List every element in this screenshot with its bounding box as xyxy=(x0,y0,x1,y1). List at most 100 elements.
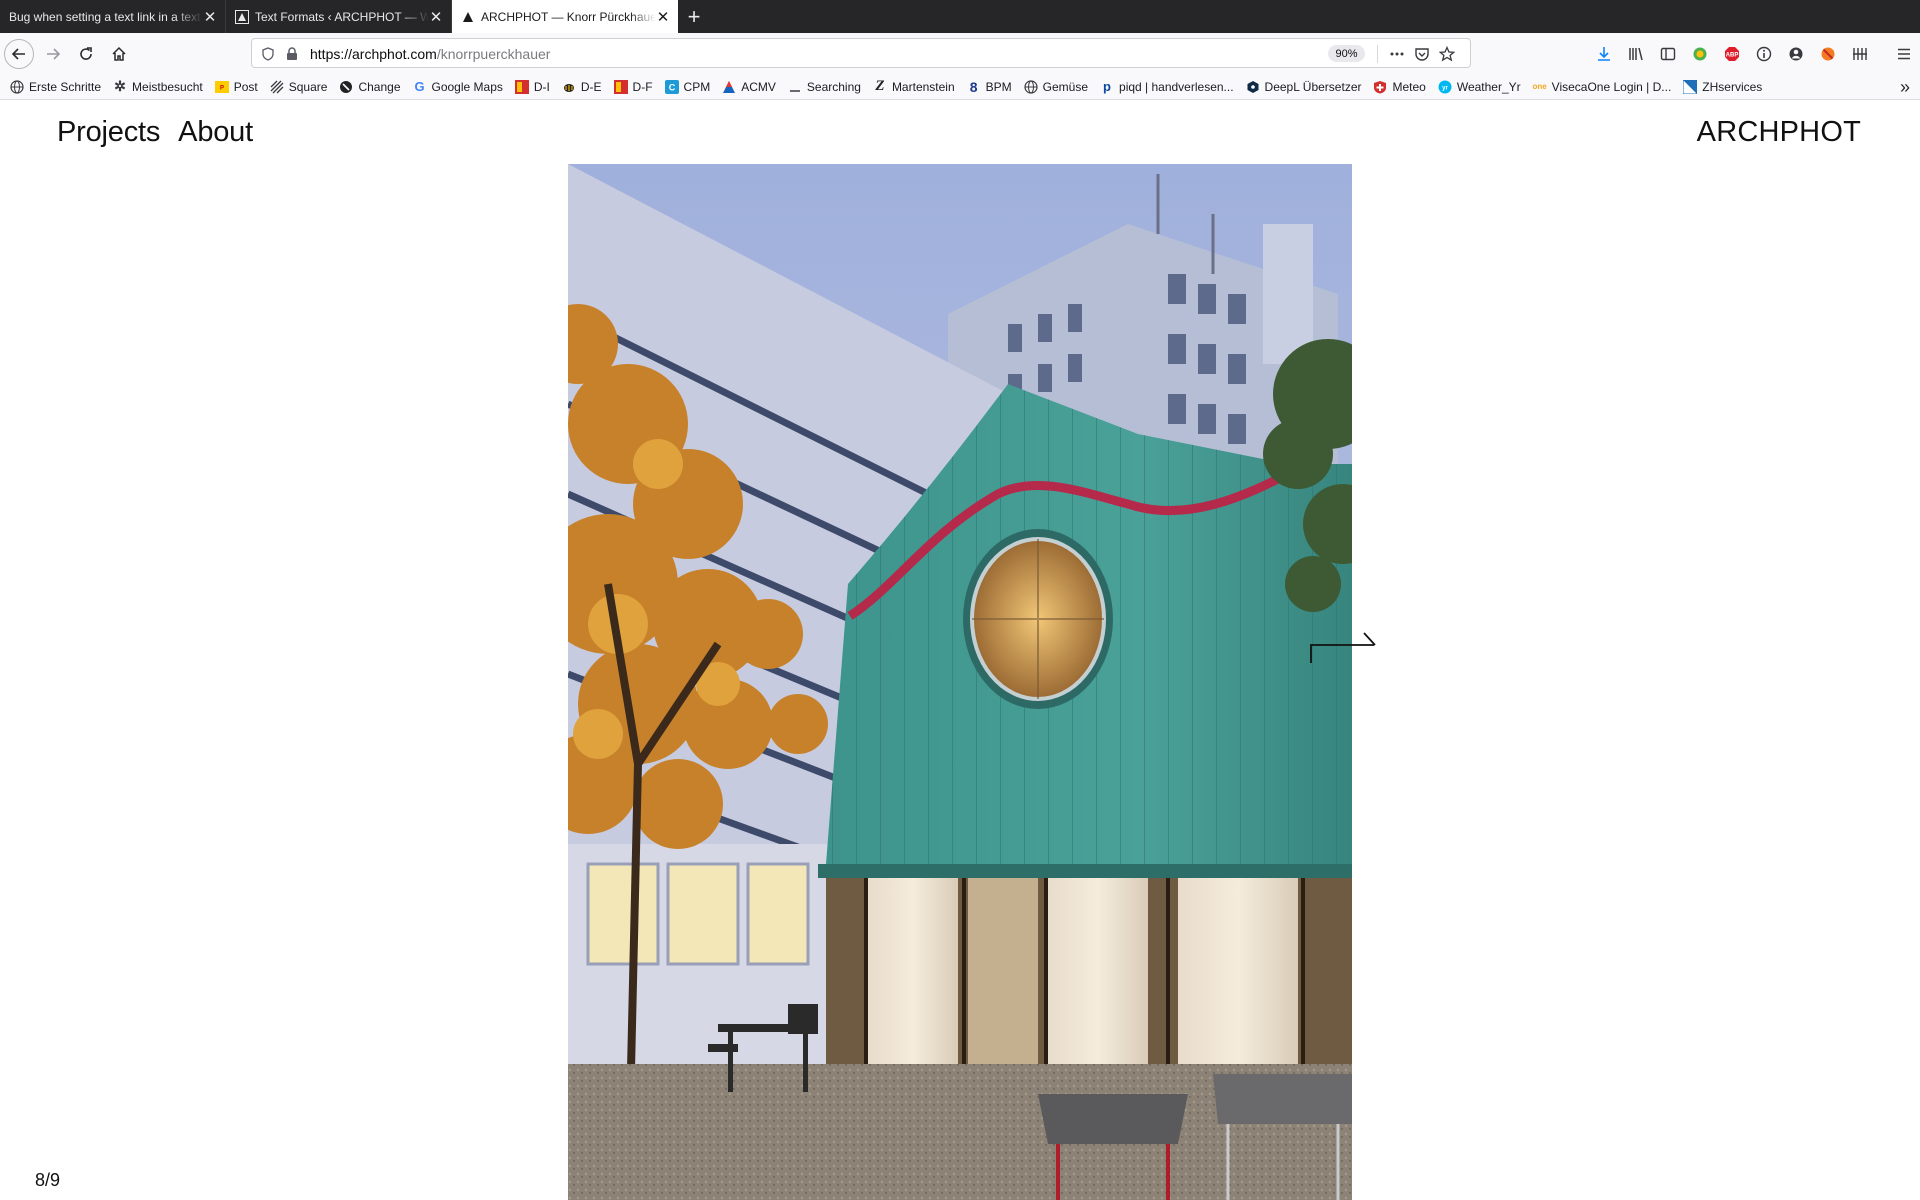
bookmark-visecaone[interactable]: one VisecaOne Login | D... xyxy=(1532,79,1672,95)
shield-icon[interactable] xyxy=(260,46,276,62)
bookmark-martenstein[interactable]: Z Martenstein xyxy=(872,78,955,95)
bookmark-label: piqd | handverlesen... xyxy=(1119,79,1234,94)
new-tab-button[interactable]: + xyxy=(678,0,710,33)
bookmark-label: Meistbesucht xyxy=(132,79,203,94)
bookmark-gemuese[interactable]: Gemüse xyxy=(1023,79,1088,95)
extension-color-icon[interactable] xyxy=(1684,38,1716,70)
chevron-double-right-icon[interactable]: » xyxy=(1900,74,1910,100)
close-icon[interactable]: ✕ xyxy=(429,9,443,26)
deepl-icon xyxy=(1245,79,1261,95)
svg-text:yr: yr xyxy=(1442,85,1448,91)
tab-strip: Bug when setting a text link in a text ✕… xyxy=(0,0,1920,33)
lock-icon[interactable] xyxy=(284,46,300,62)
bookmark-zhservices[interactable]: ZHservices xyxy=(1682,79,1762,95)
bookmark-post[interactable]: P Post xyxy=(214,79,258,95)
forward-button[interactable] xyxy=(37,38,69,70)
site-logo[interactable]: ARCHPHOT xyxy=(1697,116,1861,149)
project-photo[interactable] xyxy=(568,164,1352,1200)
svg-text:C: C xyxy=(668,82,675,92)
home-button[interactable] xyxy=(103,38,135,70)
bookmark-square[interactable]: Square xyxy=(269,79,328,95)
bookmark-label: Searching xyxy=(806,79,861,94)
url-host: https://archphot.com xyxy=(310,46,437,62)
reload-button[interactable] xyxy=(70,38,102,70)
archphot-favicon-icon xyxy=(235,9,249,24)
bookmark-meteo[interactable]: Meteo xyxy=(1372,79,1426,95)
bookmark-label: BPM xyxy=(985,79,1012,94)
arrow-left-icon xyxy=(11,47,25,60)
close-icon[interactable]: ✕ xyxy=(203,9,217,26)
bookmarks-toolbar: Erste Schritte ✲ Meistbesucht P Post Squ… xyxy=(0,74,1920,100)
bookmark-label: D-I xyxy=(533,79,550,94)
url-bar[interactable]: https://archphot.com/knorrpuerckhauer 90… xyxy=(251,38,1471,68)
bookmark-change[interactable]: Change xyxy=(338,79,401,95)
flag-icon xyxy=(514,79,530,95)
z-icon: Z xyxy=(875,78,885,94)
svg-text:P: P xyxy=(220,85,224,91)
bookmark-label: Change xyxy=(358,79,401,94)
info-extension-icon[interactable] xyxy=(1748,38,1780,70)
bookmark-google-maps[interactable]: G Google Maps xyxy=(412,79,503,95)
bookmark-d-e[interactable]: D-E xyxy=(561,79,602,95)
bookmark-label: D-E xyxy=(580,79,602,94)
next-arrow-icon[interactable] xyxy=(1310,630,1376,664)
page-content: Projects About ARCHPHOT 8/9 xyxy=(0,100,1920,1200)
bookmark-label: CPM xyxy=(683,79,711,94)
nav-link-about[interactable]: About xyxy=(178,116,253,149)
post-icon: P xyxy=(214,79,230,95)
url-separator xyxy=(1377,45,1378,63)
b-icon: 8 xyxy=(969,78,978,95)
tab-text-formats[interactable]: Text Formats ‹ ARCHPHOT — W ✕ xyxy=(226,0,452,33)
site-nav: Projects About xyxy=(57,116,253,149)
bookmark-d-i[interactable]: D-I xyxy=(514,79,550,95)
bookmark-d-f[interactable]: D-F xyxy=(613,79,653,95)
arrow-right-icon xyxy=(47,47,61,60)
pocket-icon[interactable] xyxy=(1414,46,1430,62)
piqd-icon: p xyxy=(1103,79,1111,94)
adblock-icon[interactable]: ABP xyxy=(1716,38,1748,70)
url-text[interactable]: https://archphot.com/knorrpuerckhauer xyxy=(310,46,550,62)
slide-counter: 8/9 xyxy=(35,1170,61,1190)
bookmark-star-icon[interactable] xyxy=(1439,46,1455,62)
bookmark-meistbesucht[interactable]: ✲ Meistbesucht xyxy=(112,78,203,95)
bookmark-cpm[interactable]: C CPM xyxy=(664,79,711,95)
library-icon[interactable] xyxy=(1620,38,1652,70)
sidebar-icon[interactable] xyxy=(1652,38,1684,70)
more-actions-icon[interactable] xyxy=(1389,46,1405,62)
tab-bug-report[interactable]: Bug when setting a text link in a text ✕ xyxy=(0,0,226,33)
bookmark-acmv[interactable]: ACMV xyxy=(721,79,776,95)
bookmark-label: Martenstein xyxy=(891,79,955,94)
change-icon xyxy=(338,79,354,95)
bookmark-label: D-F xyxy=(632,79,653,94)
blocker-extension-icon[interactable] xyxy=(1812,38,1844,70)
globe-icon xyxy=(9,79,25,95)
bookmark-piqd[interactable]: p piqd | handverlesen... xyxy=(1099,79,1234,95)
c-icon: C xyxy=(664,79,680,95)
navigation-toolbar: https://archphot.com/knorrpuerckhauer 90… xyxy=(0,33,1920,74)
bookmark-label: Square xyxy=(288,79,328,94)
bookmark-bpm[interactable]: 8 BPM xyxy=(966,79,1012,95)
tab-archphot-active[interactable]: ARCHPHOT — Knorr Pürckhauer ✕ xyxy=(452,0,678,33)
bookmark-deepl[interactable]: DeepL Übersetzer xyxy=(1245,79,1362,95)
bookmark-label: Weather_Yr xyxy=(1456,79,1521,94)
square-icon xyxy=(269,79,285,95)
download-icon[interactable] xyxy=(1588,38,1620,70)
account-icon[interactable] xyxy=(1780,38,1812,70)
hamburger-menu-icon[interactable] xyxy=(1888,38,1920,70)
bookmark-label: VisecaOne Login | D... xyxy=(1551,79,1672,94)
nav-link-projects[interactable]: Projects xyxy=(57,116,160,149)
zoom-level-badge[interactable]: 90% xyxy=(1328,45,1365,62)
bookmark-label: DeepL Übersetzer xyxy=(1264,79,1362,94)
grid-extension-icon[interactable] xyxy=(1844,38,1876,70)
yr-icon: yr xyxy=(1437,79,1453,95)
bookmark-searching[interactable]: Searching xyxy=(787,79,861,95)
toolbar-right: ABP xyxy=(1588,33,1920,74)
acmv-icon xyxy=(721,79,737,95)
close-icon[interactable]: ✕ xyxy=(656,9,670,26)
back-button[interactable] xyxy=(4,38,34,69)
bookmark-label: Meteo xyxy=(1392,79,1426,94)
bookmark-weather-yr[interactable]: yr Weather_Yr xyxy=(1437,79,1521,95)
archphot-favicon-icon xyxy=(461,10,475,24)
bookmark-label: Google Maps xyxy=(431,79,503,94)
bookmark-erste-schritte[interactable]: Erste Schritte xyxy=(9,79,101,95)
